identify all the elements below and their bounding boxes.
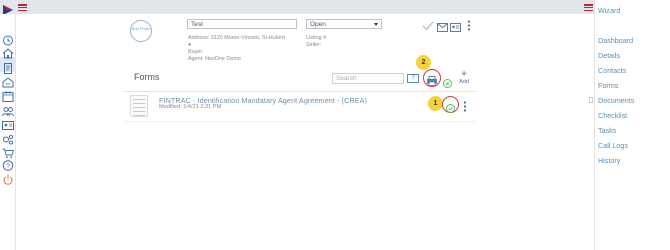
- app-logo: [3, 2, 13, 15]
- nav-documents[interactable]: Documents: [598, 96, 634, 105]
- nav-call-logs[interactable]: Call Logs: [598, 141, 628, 150]
- nav-checklist[interactable]: Checklist: [598, 111, 627, 120]
- right-menu-icon[interactable]: [584, 4, 593, 12]
- seller-text: Seller:: [306, 42, 322, 48]
- add-form-button[interactable]: + Add: [457, 69, 471, 86]
- row-divider: [124, 121, 476, 122]
- nav-dashboard[interactable]: Dashboard: [598, 36, 633, 45]
- agent-text: Agent: NexOne Demo: [188, 56, 241, 62]
- contact-card-icon[interactable]: [450, 19, 461, 37]
- forms-header-divider: [124, 91, 476, 92]
- top-bar: [0, 0, 594, 14]
- menu-icon[interactable]: [18, 4, 27, 12]
- nav-details[interactable]: Details: [598, 51, 620, 60]
- listing-number-text: Listing #:: [306, 35, 328, 41]
- status-select-value: Open: [310, 21, 326, 28]
- clock-icon[interactable]: [2, 35, 14, 46]
- add-photo-button[interactable]: Add Photo: [130, 20, 152, 42]
- check-circle-icon[interactable]: [446, 100, 455, 118]
- svg-text:?: ?: [6, 163, 10, 170]
- kebab-menu-icon[interactable]: [467, 18, 471, 36]
- nav-wizard[interactable]: Wizard: [598, 6, 620, 15]
- callout-badge-1: 1: [428, 96, 443, 111]
- address-text: Address: 3120 Morse-Vincent, St-Hubert: [188, 35, 285, 41]
- callout-badge-2: 2: [416, 55, 431, 70]
- buyer-text: Buyer:: [188, 49, 204, 55]
- nav-forms[interactable]: Forms: [598, 81, 618, 90]
- help-icon[interactable]: ?: [2, 160, 14, 171]
- group-icon[interactable]: [2, 106, 14, 117]
- contact-card-icon[interactable]: [2, 120, 14, 131]
- calendar-icon[interactable]: [2, 91, 14, 102]
- cart-icon[interactable]: [2, 148, 14, 159]
- add-photo-label: Add Photo: [131, 26, 151, 31]
- right-nav-divider: [594, 0, 595, 250]
- open-house-icon[interactable]: [2, 77, 14, 88]
- settings-icon[interactable]: [2, 134, 14, 145]
- forms-search-input[interactable]: Search: [332, 73, 404, 84]
- nav-contacts[interactable]: Contacts: [598, 66, 626, 75]
- envelope-icon[interactable]: [437, 19, 448, 37]
- row-kebab-menu-icon[interactable]: [463, 99, 467, 117]
- map-pin-icon[interactable]: ●: [188, 42, 191, 48]
- document-thumbnail[interactable]: [130, 95, 148, 117]
- power-icon[interactable]: [2, 174, 14, 185]
- nav-tasks[interactable]: Tasks: [598, 126, 616, 135]
- form-modified-text: Modified: 1/4/21 2:31 PM: [159, 104, 222, 110]
- checkmark-icon[interactable]: [422, 18, 434, 36]
- nav-history[interactable]: History: [598, 156, 620, 165]
- add-label: Add: [459, 79, 469, 85]
- transaction-name-field[interactable]: Test: [187, 19, 297, 29]
- plus-icon: +: [461, 69, 467, 80]
- status-select[interactable]: Open: [306, 19, 382, 29]
- home-icon[interactable]: [2, 48, 14, 59]
- section-title-forms: Forms: [134, 72, 160, 82]
- print-icon[interactable]: [426, 73, 438, 91]
- help-button[interactable]: ?: [407, 74, 419, 83]
- scrollbar-thumb[interactable]: [589, 97, 593, 103]
- chevron-down-icon: [374, 23, 378, 26]
- document-icon[interactable]: [2, 63, 14, 74]
